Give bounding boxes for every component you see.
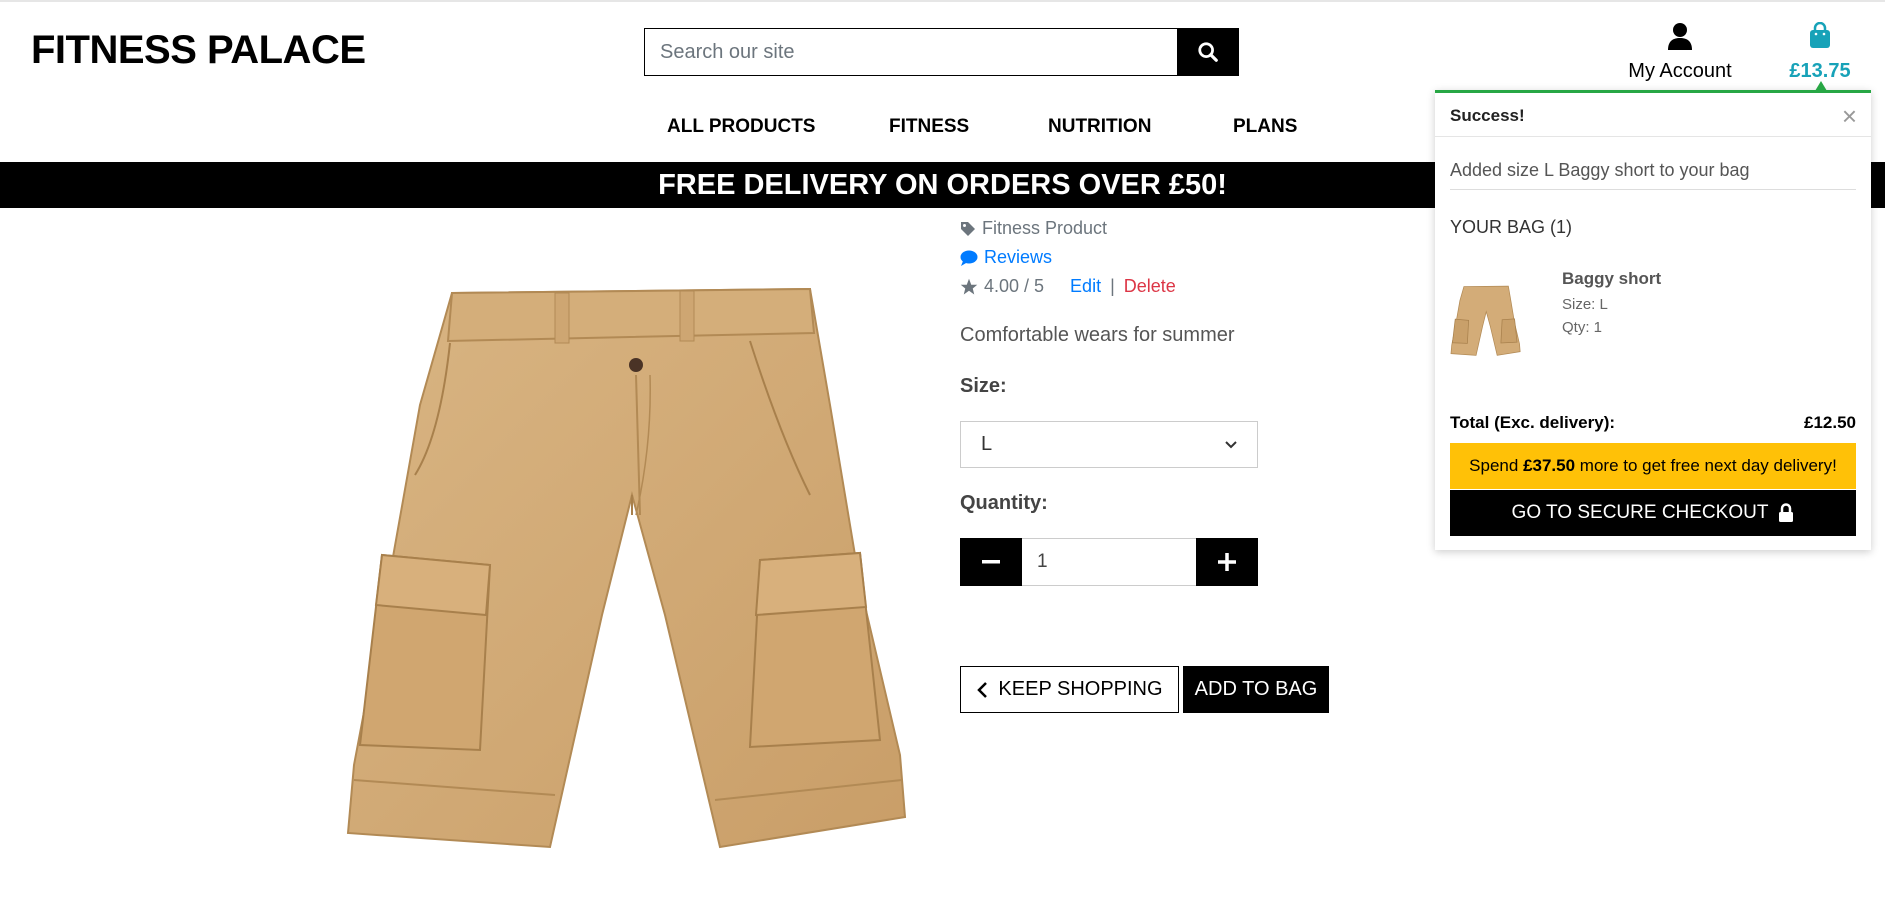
my-account-link[interactable]: My Account bbox=[1620, 22, 1740, 83]
chevron-left-icon bbox=[977, 681, 988, 698]
plus-icon bbox=[1218, 553, 1236, 571]
chevron-down-icon bbox=[1225, 440, 1237, 448]
secure-checkout-button[interactable]: GO TO SECURE CHECKOUT bbox=[1450, 490, 1856, 536]
add-to-bag-button[interactable]: ADD TO BAG bbox=[1183, 666, 1329, 713]
toast-header: Success! bbox=[1435, 93, 1871, 137]
spend-amount: £37.50 bbox=[1523, 456, 1576, 475]
toast-title: Success! bbox=[1450, 106, 1525, 125]
rating-value: 4.00 / 5 bbox=[984, 276, 1045, 296]
toast-message: Added size L Baggy short to your bag bbox=[1450, 160, 1750, 180]
keep-shopping-label: KEEP SHOPPING bbox=[998, 678, 1163, 700]
reviews-label: Reviews bbox=[984, 247, 1053, 267]
star-icon bbox=[960, 278, 978, 294]
toast-caret bbox=[1815, 81, 1827, 91]
nav-item-nutrition[interactable]: NUTRITION bbox=[1048, 116, 1151, 138]
nav-item-fitness[interactable]: FITNESS bbox=[889, 116, 969, 138]
bag-item-thumbnail bbox=[1450, 285, 1521, 356]
shopping-bag-icon bbox=[1810, 21, 1830, 48]
bag-item-qty: Qty: 1 bbox=[1562, 319, 1603, 336]
top-divider bbox=[0, 0, 1885, 2]
search-button[interactable] bbox=[1177, 29, 1238, 75]
close-icon[interactable]: × bbox=[1842, 101, 1857, 132]
spend-suffix: more to get free next day delivery! bbox=[1579, 456, 1837, 475]
toast-divider bbox=[1450, 189, 1856, 190]
bag-total: £13.75 bbox=[1789, 60, 1851, 82]
keep-shopping-button[interactable]: KEEP SHOPPING bbox=[960, 666, 1179, 713]
total-value: £12.50 bbox=[1804, 413, 1856, 432]
total-label: Total (Exc. delivery): bbox=[1450, 413, 1616, 432]
reviews-link[interactable]: Reviews bbox=[960, 247, 1052, 268]
product-category-label: Fitness Product bbox=[982, 218, 1108, 238]
nav-item-plans[interactable]: PLANS bbox=[1233, 116, 1297, 138]
quantity-input[interactable]: 1 bbox=[1022, 538, 1196, 586]
search-form bbox=[644, 28, 1239, 76]
size-select[interactable]: L bbox=[960, 421, 1258, 468]
user-icon bbox=[1668, 23, 1692, 50]
search-input[interactable] bbox=[645, 29, 1177, 75]
size-label: Size: bbox=[960, 375, 1007, 397]
lock-icon bbox=[1779, 503, 1794, 522]
bag-link[interactable]: £13.75 bbox=[1780, 21, 1860, 83]
product-description: Comfortable wears for summer bbox=[960, 324, 1235, 346]
bag-heading: YOUR BAG (1) bbox=[1450, 217, 1573, 237]
nav-item-all-products[interactable]: ALL PRODUCTS bbox=[667, 116, 815, 138]
quantity-stepper: 1 bbox=[960, 538, 1258, 586]
product-image bbox=[346, 287, 907, 849]
bag-item-name: Baggy short bbox=[1562, 269, 1662, 288]
my-account-label: My Account bbox=[1628, 60, 1732, 82]
edit-link[interactable]: Edit bbox=[1070, 276, 1101, 297]
checkout-label: GO TO SECURE CHECKOUT bbox=[1511, 502, 1769, 523]
spend-prefix: Spend bbox=[1469, 456, 1519, 475]
comment-icon bbox=[960, 250, 978, 266]
search-icon bbox=[1197, 42, 1218, 62]
delete-link[interactable]: Delete bbox=[1124, 276, 1176, 297]
minus-icon bbox=[982, 560, 1000, 564]
quantity-label: Quantity: bbox=[960, 492, 1048, 514]
success-toast: Success! × Added size L Baggy short to y… bbox=[1435, 81, 1871, 550]
increment-button[interactable] bbox=[1196, 538, 1258, 586]
bag-item-size: Size: L bbox=[1562, 296, 1608, 313]
free-delivery-notice: Spend £37.50 more to get free next day d… bbox=[1450, 443, 1856, 489]
tag-icon bbox=[961, 221, 975, 236]
site-logo[interactable]: FITNESS PALACE bbox=[31, 28, 366, 73]
product-rating: 4.00 / 5 Edit | Delete bbox=[960, 276, 1176, 297]
link-separator: | bbox=[1110, 276, 1115, 296]
size-select-value: L bbox=[981, 433, 993, 455]
product-category[interactable]: Fitness Product bbox=[960, 218, 1107, 239]
decrement-button[interactable] bbox=[960, 538, 1022, 586]
